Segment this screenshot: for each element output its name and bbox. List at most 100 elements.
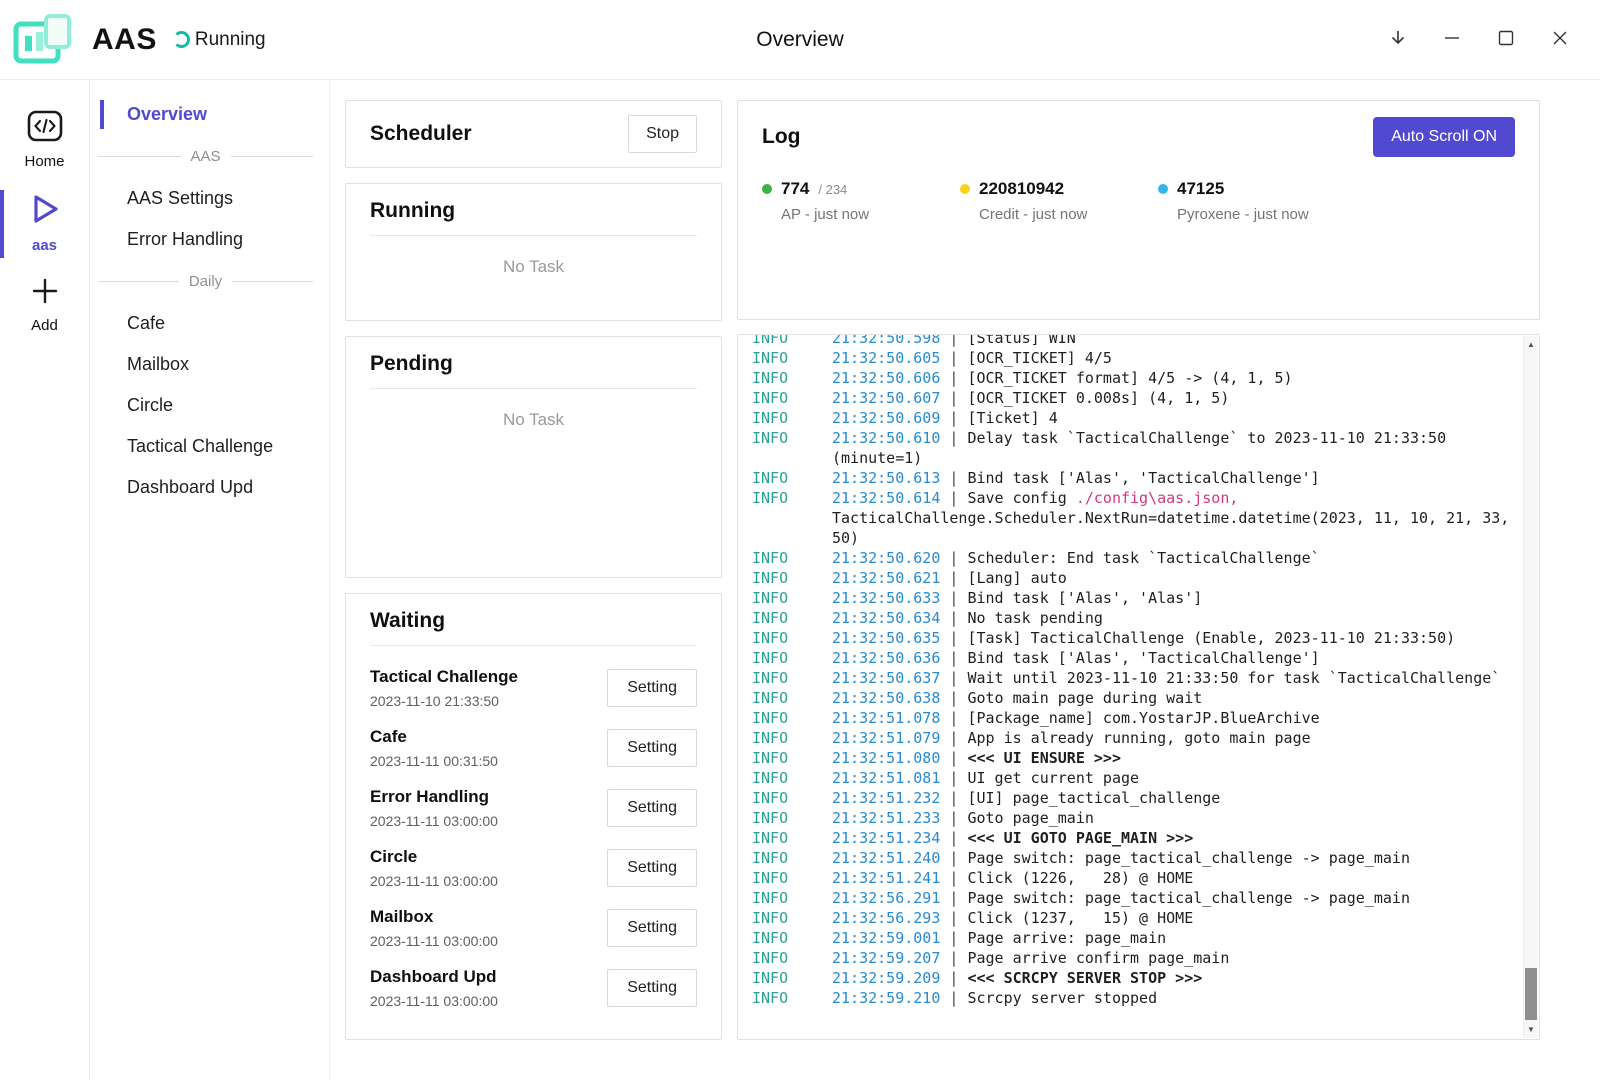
log-time: 21:32:50.638 [832, 689, 940, 707]
log-content: 21:32:51.081 | UI get current page [832, 768, 1511, 788]
stat-ap: 774/ 234AP - just now [762, 179, 960, 223]
log-content: 21:32:56.293 | Click (1237, 15) @ HOME [832, 908, 1511, 928]
sidebar-item-aas-settings[interactable]: AAS Settings [90, 178, 329, 219]
setting-button[interactable]: Setting [607, 729, 697, 767]
waiting-task-name: Cafe [370, 727, 498, 747]
log-content: 21:32:50.634 | No task pending [832, 608, 1511, 628]
rail-item-home[interactable]: Home [0, 100, 89, 182]
sidebar-item-tactical-challenge[interactable]: Tactical Challenge [90, 426, 329, 467]
log-separator: | [940, 589, 967, 607]
running-status: Running [195, 29, 266, 51]
log-time: 21:32:59.001 [832, 929, 940, 947]
divider-line [98, 156, 181, 157]
log-content: 21:32:50.606 | [OCR_TICKET format] 4/5 -… [832, 368, 1511, 388]
setting-button[interactable]: Setting [607, 909, 697, 947]
log-row: INFO21:32:59.207 | Page arrive confirm p… [752, 948, 1511, 968]
log-content: 21:32:50.638 | Goto main page during wai… [832, 688, 1511, 708]
log-separator: | [940, 469, 967, 487]
stat-value: 220810942 [979, 179, 1064, 199]
log-content: 21:32:51.233 | Goto page_main [832, 808, 1511, 828]
waiting-task-row: Dashboard Upd2023-11-11 03:00:00Setting [370, 958, 697, 1018]
log-level: INFO [752, 488, 832, 548]
pending-card: Pending No Task [345, 336, 722, 578]
log-content: 21:32:51.078 | [Package_name] com.Yostar… [832, 708, 1511, 728]
minimize-button[interactable] [1430, 18, 1474, 62]
log-content: 21:32:59.209 | <<< SCRCPY SERVER STOP >>… [832, 968, 1511, 988]
log-time: 21:32:59.210 [832, 989, 940, 1007]
log-path-text: ./config\aas.json, [1076, 489, 1239, 507]
log-separator: | [940, 689, 967, 707]
log-content: 21:32:59.001 | Page arrive: page_main [832, 928, 1511, 948]
log-level: INFO [752, 668, 832, 688]
scroll-up-button[interactable]: ▲ [1524, 337, 1538, 352]
log-row: INFO21:32:51.232 | [UI] page_tactical_ch… [752, 788, 1511, 808]
scroll-thumb[interactable] [1525, 968, 1537, 1020]
sidebar-item-circle[interactable]: Circle [90, 385, 329, 426]
sidebar: Overview AASAAS SettingsError HandlingDa… [90, 80, 330, 1080]
log-time: 21:32:51.241 [832, 869, 940, 887]
log-message: Goto main page during wait [967, 689, 1202, 707]
maximize-button[interactable] [1484, 18, 1528, 62]
log-separator: | [940, 489, 967, 507]
sidebar-item-overview[interactable]: Overview [90, 94, 329, 135]
scroll-down-button[interactable]: ▼ [1524, 1022, 1538, 1037]
setting-button[interactable]: Setting [607, 969, 697, 1007]
close-button[interactable] [1538, 18, 1582, 62]
rail-item-add-label: Add [31, 317, 58, 334]
log-content: 21:32:51.234 | <<< UI GOTO PAGE_MAIN >>> [832, 828, 1511, 848]
log-message: [Task] TacticalChallenge (Enable, 2023-1… [967, 629, 1455, 647]
log-message: App is already running, goto main page [967, 729, 1310, 747]
log-content: 21:32:50.605 | [OCR_TICKET] 4/5 [832, 348, 1511, 368]
log-row: INFO21:32:51.241 | Click (1226, 28) @ HO… [752, 868, 1511, 888]
rail-item-home-label: Home [24, 153, 64, 170]
sidebar-item-error-handling[interactable]: Error Handling [90, 219, 329, 260]
rail-item-add[interactable]: Add [0, 266, 89, 346]
stat-value: 774 [781, 179, 809, 199]
log-scrollbar[interactable]: ▲ ▼ [1523, 336, 1538, 1038]
waiting-task-row: Tactical Challenge2023-11-10 21:33:50Set… [370, 658, 697, 718]
log-row: INFO21:32:51.080 | <<< UI ENSURE >>> [752, 748, 1511, 768]
log-message: Bind task ['Alas', 'Alas'] [967, 589, 1202, 607]
plus-icon [30, 276, 60, 311]
sidebar-item-cafe[interactable]: Cafe [90, 303, 329, 344]
log-row: INFO21:32:56.291 | Page switch: page_tac… [752, 888, 1511, 908]
log-level: INFO [752, 768, 832, 788]
log-title: Log [762, 125, 800, 149]
setting-button[interactable]: Setting [607, 669, 697, 707]
log-content: 21:32:50.598 | [Status] WIN [832, 334, 1511, 348]
log-content: 21:32:56.291 | Page switch: page_tactica… [832, 888, 1511, 908]
log-level: INFO [752, 788, 832, 808]
auto-scroll-button[interactable]: Auto Scroll ON [1373, 117, 1515, 157]
log-message: [OCR_TICKET format] 4/5 -> (4, 1, 5) [967, 369, 1292, 387]
titlebar: AAS Running Overview [0, 0, 1600, 80]
log-level: INFO [752, 348, 832, 368]
log-row: INFO21:32:50.621 | [Lang] auto [752, 568, 1511, 588]
log-content: 21:32:50.637 | Wait until 2023-11-10 21:… [832, 668, 1511, 688]
log-separator: | [940, 429, 967, 447]
sidebar-item-mailbox[interactable]: Mailbox [90, 344, 329, 385]
rail-item-aas[interactable]: aas [0, 182, 89, 266]
log-time: 21:32:50.636 [832, 649, 940, 667]
stop-button[interactable]: Stop [628, 115, 697, 153]
log-separator: | [940, 909, 967, 927]
log-separator: | [940, 769, 967, 787]
log-row: INFO21:32:50.638 | Goto main page during… [752, 688, 1511, 708]
setting-button[interactable]: Setting [607, 789, 697, 827]
home-code-icon [27, 110, 63, 147]
log-content: 21:32:51.232 | [UI] page_tactical_challe… [832, 788, 1511, 808]
pending-header: Pending [370, 337, 697, 389]
log-content: 21:32:51.080 | <<< UI ENSURE >>> [832, 748, 1511, 768]
log-separator: | [940, 349, 967, 367]
log-row: INFO21:32:56.293 | Click (1237, 15) @ HO… [752, 908, 1511, 928]
log-time: 21:32:50.614 [832, 489, 940, 507]
log-content: 21:32:59.210 | Scrcpy server stopped [832, 988, 1511, 1008]
waiting-task-name: Mailbox [370, 907, 498, 927]
window-controls [1376, 18, 1600, 62]
waiting-list: Tactical Challenge2023-11-10 21:33:50Set… [346, 646, 721, 1030]
log-level: INFO [752, 868, 832, 888]
sidebar-item-dashboard-upd[interactable]: Dashboard Upd [90, 467, 329, 508]
setting-button[interactable]: Setting [607, 849, 697, 887]
log-message: Click (1237, 15) @ HOME [967, 909, 1193, 927]
update-button[interactable] [1376, 18, 1420, 62]
log-separator: | [940, 749, 967, 767]
